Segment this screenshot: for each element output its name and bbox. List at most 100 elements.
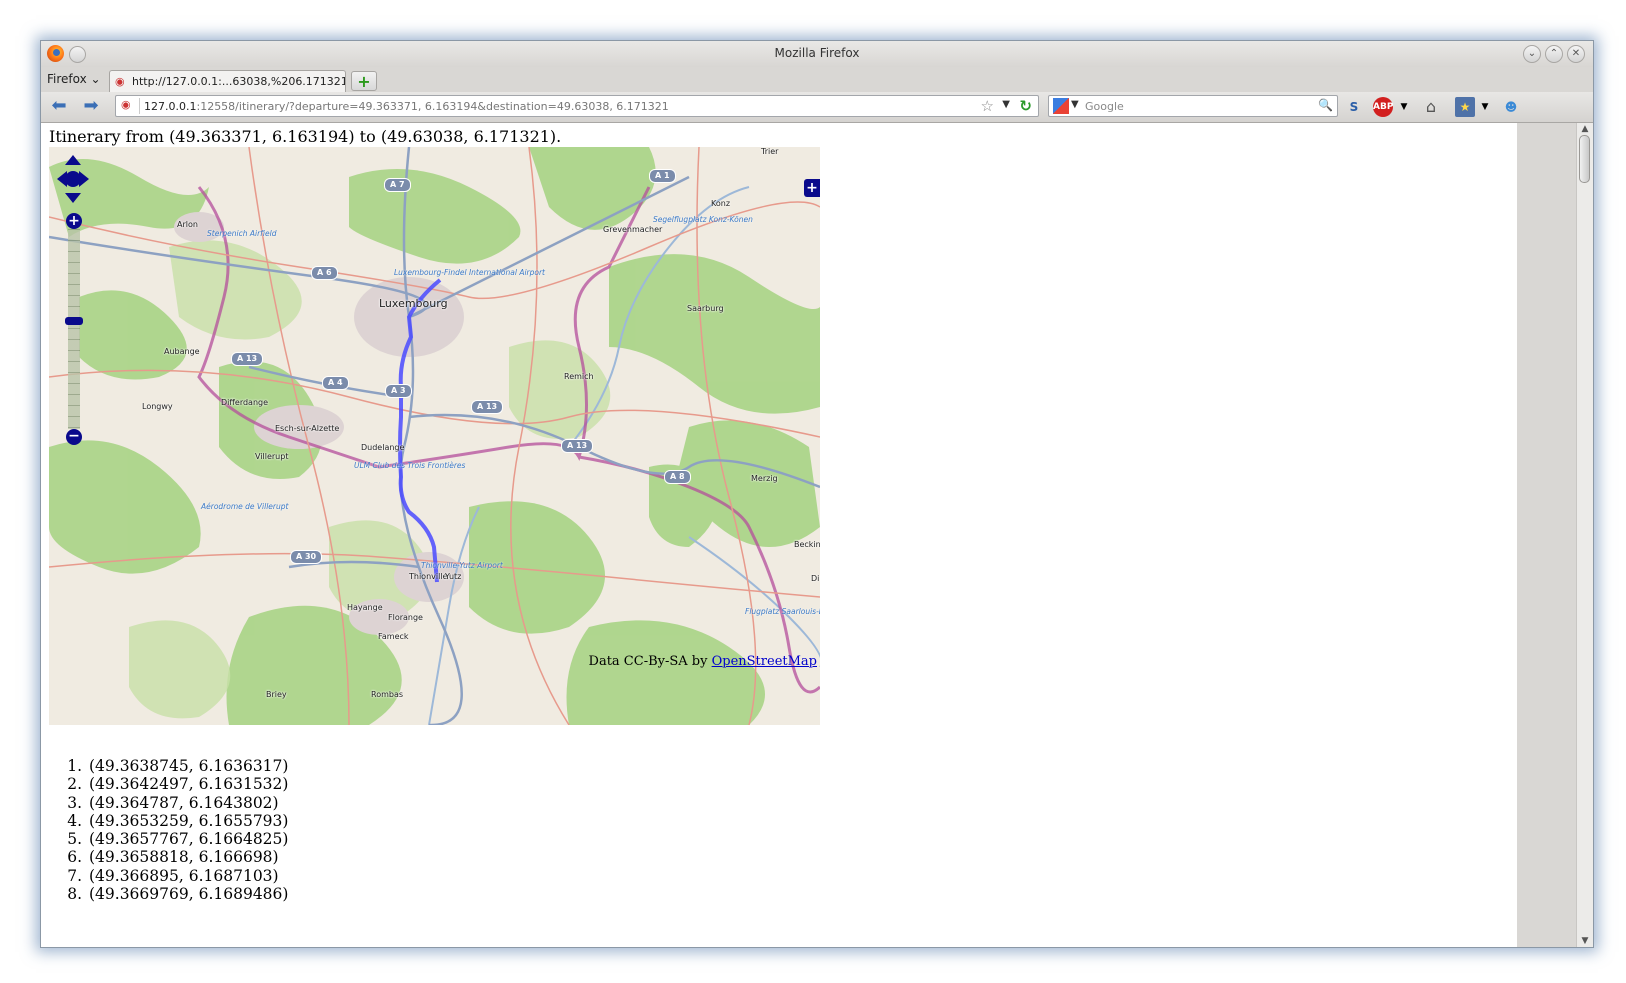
map-airport-label: Segelflugplatz Konz-Könen xyxy=(653,215,753,224)
road-shield: A 8 xyxy=(664,470,691,484)
close-icon[interactable]: ✕ xyxy=(1567,45,1585,63)
firefox-menu-button[interactable]: Firefox ⌄ xyxy=(47,72,101,86)
reload-icon[interactable]: ↻ xyxy=(1019,97,1032,115)
road-shield: A 30 xyxy=(290,550,323,564)
page-title: Itinerary from (49.363371, 6.163194) to … xyxy=(49,127,562,146)
map-place-label: Dudelange xyxy=(361,443,405,452)
page-favicon-icon: ◉ xyxy=(115,75,125,88)
map-place-label: Thionville xyxy=(409,572,448,581)
bookmarks-dropdown-icon[interactable]: ▼ xyxy=(1475,97,1495,117)
scroll-down-icon[interactable]: ▼ xyxy=(1577,935,1593,947)
zoom-slider-track[interactable] xyxy=(68,229,80,429)
url-bar[interactable]: ◉ 127.0.0.1:12558/itinerary/?departure=4… xyxy=(115,95,1039,117)
map-place-label: Trier xyxy=(761,147,779,156)
road-shield: A 13 xyxy=(471,400,504,414)
road-shield: A 7 xyxy=(384,178,411,192)
map-attribution: Data CC-By-SA by OpenStreetMap xyxy=(589,654,817,669)
forward-button[interactable]: ➡ xyxy=(79,95,103,117)
map-place-label: Villerupt xyxy=(255,452,289,461)
zoom-in-icon[interactable]: + xyxy=(66,213,82,229)
google-engine-icon[interactable] xyxy=(1053,98,1069,114)
map-place-label: Aubange xyxy=(164,347,200,356)
search-placeholder: Google xyxy=(1085,100,1124,113)
sync-s-icon[interactable]: S xyxy=(1344,97,1364,117)
waypoint-item: (49.364787, 6.1643802) xyxy=(87,794,288,812)
minimize-icon[interactable]: ⌄ xyxy=(1523,45,1541,63)
map-airport-label: Luxembourg-Findel International Airport xyxy=(394,268,545,277)
attribution-text: Data CC-By-SA by xyxy=(588,654,712,669)
bookmark-star-icon[interactable]: ☆ xyxy=(981,97,994,115)
tab-title: http://127.0.0.1:...63038,%206.171321 xyxy=(132,75,346,88)
road-shield: A 1 xyxy=(649,169,676,183)
scrollbar-thumb[interactable] xyxy=(1579,135,1590,183)
map-place-label: Saarburg xyxy=(687,304,724,313)
pan-control[interactable] xyxy=(55,153,91,205)
vertical-scrollbar[interactable]: ▲ ▼ xyxy=(1576,123,1593,947)
home-icon[interactable]: ⌂ xyxy=(1421,97,1441,117)
zoom-slider-handle[interactable] xyxy=(65,317,83,325)
adblock-plus-icon[interactable]: ABP xyxy=(1373,97,1393,117)
scroll-up-icon[interactable]: ▲ xyxy=(1577,123,1593,135)
map-place-label: Dill xyxy=(811,574,820,583)
map-place-label: Arlon xyxy=(177,220,198,229)
firefox-menu-label: Firefox xyxy=(47,72,87,86)
chevron-down-icon: ⌄ xyxy=(90,72,101,86)
road-shield: A 13 xyxy=(231,352,264,366)
addon-user-icon[interactable]: ☻ xyxy=(1501,97,1521,117)
url-text: 127.0.0.1:12558/itinerary/?departure=49.… xyxy=(144,100,669,113)
map-place-label: Beckinc xyxy=(794,540,820,549)
zoom-bar[interactable]: + − xyxy=(65,213,83,445)
waypoint-list: (49.3638745, 6.1636317)(49.3642497, 6.16… xyxy=(67,757,288,903)
maximize-icon[interactable]: ⌃ xyxy=(1545,45,1563,63)
zoom-out-icon[interactable]: − xyxy=(66,429,82,445)
history-dropdown-icon[interactable]: ▼ xyxy=(1002,99,1010,110)
map-tiles[interactable] xyxy=(49,147,820,725)
osm-map[interactable]: Luxembourg Arlon Grevenmacher Konz Saarburg A… xyxy=(49,147,820,725)
navigation-toolbar: ⬅ ➡ ◉ 127.0.0.1:12558/itinerary/?departu… xyxy=(41,92,1593,123)
map-place-label: Merzig xyxy=(751,474,778,483)
layer-switcher-icon[interactable]: + xyxy=(804,179,820,197)
url-host: 127.0.0.1 xyxy=(144,100,197,113)
waypoint-item: (49.3638745, 6.1636317) xyxy=(87,757,288,775)
map-place-label: Florange xyxy=(388,613,423,622)
map-airport-label: Thionville-Yutz Airport xyxy=(421,561,503,570)
map-place-label: Grevenmacher xyxy=(603,225,663,234)
map-airport-label: Sterpenich Airfield xyxy=(207,229,277,238)
engine-dropdown-icon[interactable]: ▼ xyxy=(1071,99,1079,110)
waypoint-item: (49.3653259, 6.1655793) xyxy=(87,812,288,830)
map-place-label: Esch-sur-Alzette xyxy=(275,424,340,433)
map-place-label: Luxembourg xyxy=(379,297,448,310)
waypoint-item: (49.3658818, 6.166698) xyxy=(87,848,288,866)
map-airport-label: Aérodrome de Villerupt xyxy=(201,502,289,511)
search-go-icon[interactable]: 🔍 xyxy=(1318,98,1333,112)
road-shield: A 13 xyxy=(561,439,594,453)
waypoint-item: (49.366895, 6.1687103) xyxy=(87,867,288,885)
map-place-label: Longwy xyxy=(142,402,173,411)
road-shield: A 6 xyxy=(311,266,338,280)
adblock-dropdown-icon[interactable]: ▼ xyxy=(1394,97,1414,117)
title-bar: Mozilla Firefox ⌄ ⌃ ✕ xyxy=(41,41,1593,67)
map-place-label: Rombas xyxy=(371,690,404,699)
site-identity-icon[interactable]: ◉ xyxy=(121,98,140,114)
browser-window: Mozilla Firefox ⌄ ⌃ ✕ Firefox ⌄ ◉ http:/… xyxy=(40,40,1594,948)
window-title: Mozilla Firefox xyxy=(774,46,860,60)
map-place-label: Konz xyxy=(711,199,731,208)
search-bar[interactable]: ▼ Google 🔍 xyxy=(1048,95,1338,117)
back-button[interactable]: ⬅ xyxy=(47,95,71,117)
map-place-label: Fameck xyxy=(378,632,409,641)
waypoint-item: (49.3657767, 6.1664825) xyxy=(87,830,288,848)
url-path: :12558/itinerary/?departure=49.363371, 6… xyxy=(196,100,669,113)
waypoint-item: (49.3669769, 6.1689486) xyxy=(87,885,288,903)
tab-bar: Firefox ⌄ ◉ http://127.0.0.1:...63038,%2… xyxy=(41,67,1593,92)
osm-link[interactable]: OpenStreetMap xyxy=(712,654,817,669)
map-airport-label: Flugplatz Saarlouis-Dü xyxy=(745,607,820,616)
waypoint-item: (49.3642497, 6.1631532) xyxy=(87,775,288,793)
bookmarks-star-icon[interactable]: ★ xyxy=(1455,97,1475,117)
plus-icon: + xyxy=(357,72,371,91)
map-place-label: Briey xyxy=(266,690,287,699)
map-place-label: Hayange xyxy=(347,603,383,612)
new-tab-button[interactable]: + xyxy=(351,71,377,91)
tab-itinerary[interactable]: ◉ http://127.0.0.1:...63038,%206.171321 xyxy=(109,70,346,92)
map-place-label: Remich xyxy=(564,372,594,381)
road-shield: A 3 xyxy=(385,384,412,398)
